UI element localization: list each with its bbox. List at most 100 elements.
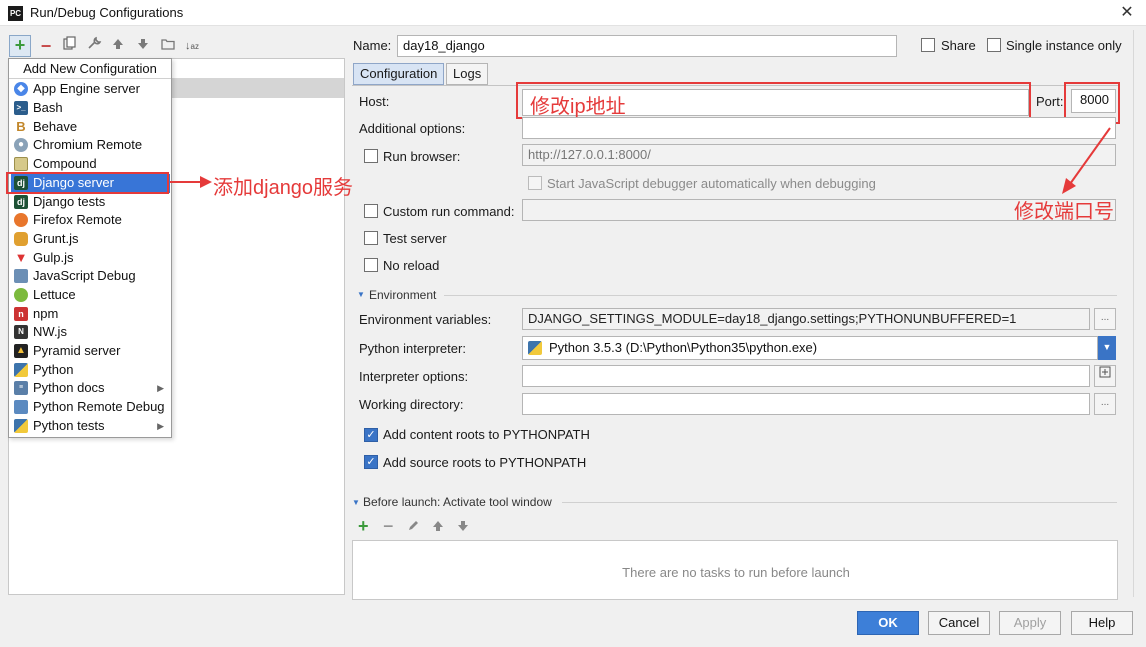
single-instance-label: Single instance only bbox=[1006, 38, 1122, 53]
host-annotation-text: 修改ip地址 bbox=[530, 96, 626, 118]
python-icon bbox=[528, 341, 542, 355]
lettuce-icon bbox=[14, 288, 28, 302]
popup-item-grunt[interactable]: Grunt.js bbox=[11, 230, 170, 249]
behave-icon: B bbox=[16, 119, 26, 134]
python-icon bbox=[14, 363, 28, 377]
additional-options-label: Additional options: bbox=[359, 121, 466, 136]
name-input[interactable]: day18_django bbox=[397, 35, 897, 57]
chevron-down-icon[interactable]: ▼ bbox=[1098, 336, 1116, 360]
tree-selection-row[interactable] bbox=[172, 78, 344, 98]
django-annotation-text: 添加django服务 bbox=[213, 177, 354, 199]
nwjs-icon: N bbox=[14, 325, 28, 339]
no-reload-checkbox[interactable] bbox=[364, 258, 378, 272]
help-button[interactable]: Help bbox=[1071, 611, 1133, 635]
tab-logs[interactable]: Logs bbox=[446, 63, 489, 85]
tab-configuration[interactable]: Configuration bbox=[353, 63, 445, 85]
popup-item-python[interactable]: Python bbox=[11, 361, 170, 380]
share-checkbox[interactable] bbox=[921, 38, 935, 52]
submenu-arrow-icon: ▶ bbox=[157, 383, 164, 393]
pycharm-app-icon: PC bbox=[8, 6, 23, 21]
env-vars-input[interactable]: DJANGO_SETTINGS_MODULE=day18_django.sett… bbox=[522, 308, 1090, 330]
popup-item-python-remote-debug[interactable]: Python Remote Debug bbox=[11, 398, 170, 417]
window-title: Run/Debug Configurations bbox=[30, 5, 184, 20]
popup-item-npm[interactable]: n npm bbox=[11, 305, 170, 324]
remove-icon[interactable]: − bbox=[36, 36, 56, 56]
popup-item-nwjs[interactable]: N NW.js bbox=[11, 323, 170, 342]
bash-icon: >_ bbox=[14, 101, 28, 115]
cancel-button[interactable]: Cancel bbox=[928, 611, 990, 635]
dialog-scrollbar[interactable] bbox=[1133, 30, 1146, 597]
ok-button[interactable]: OK bbox=[857, 611, 919, 635]
interpreter-label: Python interpreter: bbox=[359, 341, 466, 356]
before-launch-label: Before launch: Activate tool window bbox=[363, 495, 552, 509]
popup-item-chromium-remote[interactable]: ● Chromium Remote bbox=[11, 136, 170, 155]
popup-item-firefox-remote[interactable]: Firefox Remote bbox=[11, 211, 170, 230]
popup-item-pyramid[interactable]: ▲ Pyramid server bbox=[11, 342, 170, 361]
popup-item-lettuce[interactable]: Lettuce bbox=[11, 286, 170, 305]
copy-icon[interactable] bbox=[60, 36, 80, 56]
popup-item-gulp[interactable]: ▼ Gulp.js bbox=[11, 249, 170, 268]
add-source-roots-checkbox[interactable]: ✓ bbox=[364, 455, 378, 469]
test-server-label: Test server bbox=[383, 231, 447, 246]
expand-before-launch-icon[interactable]: ▼ bbox=[352, 498, 360, 507]
run-browser-checkbox[interactable] bbox=[364, 149, 378, 163]
move-task-down-icon[interactable] bbox=[457, 520, 469, 535]
port-label: Port: bbox=[1036, 94, 1064, 109]
interpreter-select[interactable]: Python 3.5.3 (D:\Python\Python35\python.… bbox=[522, 336, 1098, 360]
javascript-debug-icon bbox=[14, 269, 28, 283]
add-content-roots-label: Add content roots to PYTHONPATH bbox=[383, 427, 590, 442]
firefox-icon bbox=[14, 213, 28, 227]
js-debugger-checkbox[interactable] bbox=[528, 176, 542, 190]
close-icon[interactable]: ✕ bbox=[1116, 2, 1138, 24]
port-annotation-text: 修改端口号 bbox=[1014, 201, 1114, 223]
grunt-icon bbox=[14, 232, 28, 246]
before-launch-divider bbox=[562, 502, 1117, 503]
env-vars-browse-button[interactable]: ... bbox=[1094, 308, 1116, 330]
run-browser-url-input[interactable]: http://127.0.0.1:8000/ bbox=[522, 144, 1116, 166]
arrow-down-icon[interactable] bbox=[133, 36, 153, 56]
popup-item-compound[interactable]: Compound bbox=[11, 155, 170, 174]
popup-item-python-tests[interactable]: Python tests ▶ bbox=[11, 417, 170, 436]
wrench-icon[interactable] bbox=[84, 36, 104, 56]
submenu-arrow-icon: ▶ bbox=[157, 421, 164, 431]
add-icon[interactable]: + bbox=[9, 35, 31, 57]
django-annotation-arrow bbox=[170, 176, 212, 188]
host-label: Host: bbox=[359, 94, 390, 109]
compound-icon bbox=[14, 157, 28, 171]
single-instance-checkbox[interactable] bbox=[987, 38, 1001, 52]
folder-icon[interactable] bbox=[158, 36, 178, 56]
app-engine-icon: ◆ bbox=[14, 82, 28, 96]
popup-item-behave[interactable]: B Behave bbox=[11, 118, 170, 137]
additional-options-input[interactable] bbox=[522, 117, 1116, 139]
test-server-checkbox[interactable] bbox=[364, 231, 378, 245]
gulp-icon: ▼ bbox=[14, 250, 28, 265]
interpreter-options-input[interactable] bbox=[522, 365, 1090, 387]
popup-item-django-tests[interactable]: dj Django tests bbox=[11, 193, 170, 212]
add-content-roots-checkbox[interactable]: ✓ bbox=[364, 428, 378, 442]
name-label: Name: bbox=[353, 38, 392, 53]
pyramid-icon: ▲ bbox=[14, 344, 28, 358]
edit-task-icon[interactable] bbox=[407, 519, 420, 535]
sort-icon[interactable]: ↓az bbox=[182, 36, 202, 56]
popup-item-python-docs[interactable]: ≡ Python docs ▶ bbox=[11, 379, 170, 398]
add-task-icon[interactable]: + bbox=[358, 516, 369, 537]
custom-run-label: Custom run command: bbox=[383, 204, 515, 219]
remove-task-icon[interactable]: − bbox=[383, 516, 394, 537]
expand-field-icon[interactable] bbox=[1094, 365, 1116, 387]
popup-header: Add New Configuration bbox=[9, 59, 171, 79]
python-tests-icon bbox=[14, 419, 28, 433]
custom-run-checkbox[interactable] bbox=[364, 204, 378, 218]
popup-item-bash[interactable]: >_ Bash bbox=[11, 99, 170, 118]
arrow-up-icon[interactable] bbox=[108, 36, 128, 56]
expand-environment-icon[interactable]: ▼ bbox=[357, 290, 365, 299]
apply-button[interactable]: Apply bbox=[999, 611, 1061, 635]
popup-item-app-engine[interactable]: ◆ App Engine server bbox=[11, 80, 170, 99]
move-task-up-icon[interactable] bbox=[432, 520, 444, 535]
working-dir-input[interactable] bbox=[522, 393, 1090, 415]
working-dir-label: Working directory: bbox=[359, 397, 464, 412]
popup-item-javascript-debug[interactable]: JavaScript Debug bbox=[11, 267, 170, 286]
django-tests-icon: dj bbox=[14, 195, 28, 209]
before-launch-task-list[interactable]: There are no tasks to run before launch bbox=[352, 540, 1118, 600]
working-dir-browse-button[interactable]: ... bbox=[1094, 393, 1116, 415]
no-reload-label: No reload bbox=[383, 258, 440, 273]
